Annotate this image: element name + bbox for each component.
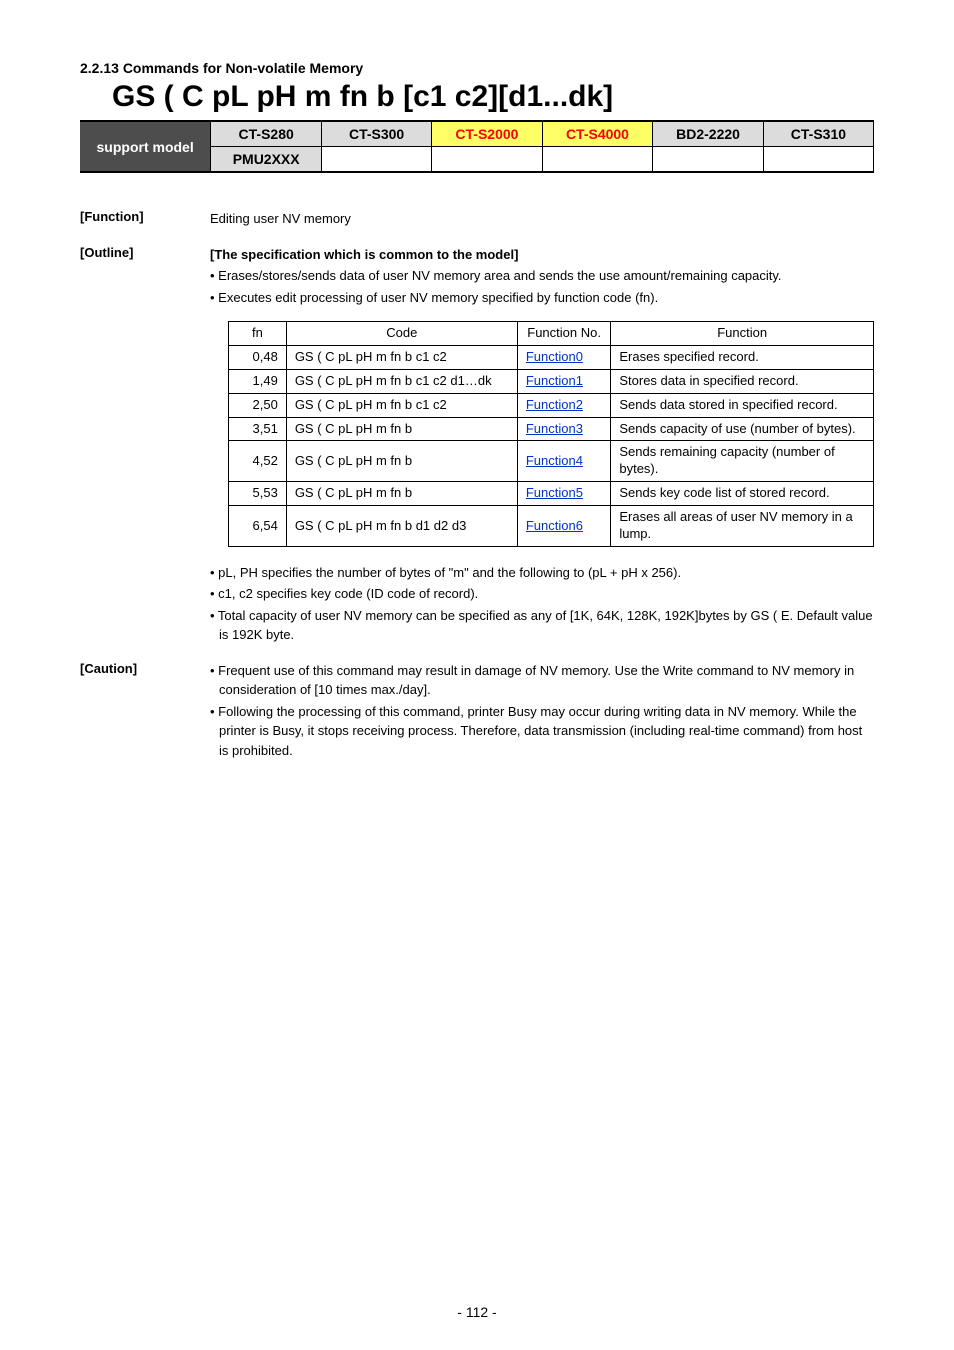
page-number: - 112 - bbox=[0, 1304, 954, 1320]
model-empty-2 bbox=[432, 147, 543, 173]
cell-func: Erases specified record. bbox=[611, 345, 874, 369]
table-row: 2,50 GS ( C pL pH m fn b c1 c2 Function2… bbox=[229, 393, 874, 417]
cell-fn: 3,51 bbox=[229, 417, 287, 441]
cell-func: Sends data stored in specified record. bbox=[611, 393, 874, 417]
table-row: 1,49 GS ( C pL pH m fn b c1 c2 d1…dk Fun… bbox=[229, 369, 874, 393]
command-title: GS ( C pL pH m fn b [c1 c2][d1...dk] bbox=[112, 80, 874, 114]
cell-fno: Function4 bbox=[517, 441, 611, 482]
cell-func: Sends remaining capacity (number of byte… bbox=[611, 441, 874, 482]
cell-code: GS ( C pL pH m fn b c1 c2 bbox=[286, 393, 517, 417]
cell-code: GS ( C pL pH m fn b c1 c2 bbox=[286, 345, 517, 369]
function2-link[interactable]: Function2 bbox=[526, 397, 583, 412]
th-func: Function bbox=[611, 322, 874, 346]
th-fno: Function No. bbox=[517, 322, 611, 346]
table-row: 6,54 GS ( C pL pH m fn b d1 d2 d3 Functi… bbox=[229, 506, 874, 547]
model-empty-3 bbox=[542, 147, 653, 173]
cell-fn: 4,52 bbox=[229, 441, 287, 482]
cell-code: GS ( C pL pH m fn b bbox=[286, 441, 517, 482]
cell-code: GS ( C pL pH m fn b d1 d2 d3 bbox=[286, 506, 517, 547]
outline-after-1: • c1, c2 specifies key code (ID code of … bbox=[210, 584, 874, 604]
table-row: 5,53 GS ( C pL pH m fn b Function5 Sends… bbox=[229, 482, 874, 506]
model-cts2000: CT-S2000 bbox=[432, 121, 543, 147]
function-label: [Function] bbox=[80, 209, 210, 231]
function3-link[interactable]: Function3 bbox=[526, 421, 583, 436]
table-row: 4,52 GS ( C pL pH m fn b Function4 Sends… bbox=[229, 441, 874, 482]
model-cts300: CT-S300 bbox=[322, 121, 432, 147]
th-fn: fn bbox=[229, 322, 287, 346]
cell-fno: Function5 bbox=[517, 482, 611, 506]
function-text: Editing user NV memory bbox=[210, 209, 874, 229]
model-pmu2xxx: PMU2XXX bbox=[211, 147, 322, 173]
th-code: Code bbox=[286, 322, 517, 346]
function5-link[interactable]: Function5 bbox=[526, 485, 583, 500]
table-row: 0,48 GS ( C pL pH m fn b c1 c2 Function0… bbox=[229, 345, 874, 369]
cell-fno: Function1 bbox=[517, 369, 611, 393]
cell-fn: 1,49 bbox=[229, 369, 287, 393]
function0-link[interactable]: Function0 bbox=[526, 349, 583, 364]
support-model-label: support model bbox=[80, 121, 211, 172]
model-empty-4 bbox=[653, 147, 764, 173]
outline-bullet-0: • Erases/stores/sends data of user NV me… bbox=[210, 266, 874, 286]
cell-func: Erases all areas of user NV memory in a … bbox=[611, 506, 874, 547]
function1-link[interactable]: Function1 bbox=[526, 373, 583, 388]
outline-after-0: • pL, PH specifies the number of bytes o… bbox=[210, 563, 874, 583]
model-empty-1 bbox=[322, 147, 432, 173]
caution-bullet-0: • Frequent use of this command may resul… bbox=[210, 661, 874, 700]
function4-link[interactable]: Function4 bbox=[526, 453, 583, 468]
function6-link[interactable]: Function6 bbox=[526, 518, 583, 533]
outline-bullet-1: • Executes edit processing of user NV me… bbox=[210, 288, 874, 308]
outline-heading: [The specification which is common to th… bbox=[210, 245, 874, 265]
cell-fn: 0,48 bbox=[229, 345, 287, 369]
cell-fno: Function0 bbox=[517, 345, 611, 369]
outline-after-2: • Total capacity of user NV memory can b… bbox=[210, 606, 874, 645]
function-table: fn Code Function No. Function 0,48 GS ( … bbox=[228, 321, 874, 547]
cell-fn: 5,53 bbox=[229, 482, 287, 506]
cell-func: Sends key code list of stored record. bbox=[611, 482, 874, 506]
table-row: 3,51 GS ( C pL pH m fn b Function3 Sends… bbox=[229, 417, 874, 441]
cell-fn: 6,54 bbox=[229, 506, 287, 547]
model-cts310: CT-S310 bbox=[763, 121, 873, 147]
cell-func: Stores data in specified record. bbox=[611, 369, 874, 393]
model-cts280: CT-S280 bbox=[211, 121, 322, 147]
caution-label: [Caution] bbox=[80, 661, 210, 763]
outline-label: [Outline] bbox=[80, 245, 210, 647]
cell-fno: Function6 bbox=[517, 506, 611, 547]
section-heading: 2.2.13 Commands for Non-volatile Memory bbox=[80, 60, 874, 76]
cell-code: GS ( C pL pH m fn b bbox=[286, 482, 517, 506]
support-model-table: support model CT-S280 CT-S300 CT-S2000 C… bbox=[80, 120, 874, 173]
caution-bullet-1: • Following the processing of this comma… bbox=[210, 702, 874, 761]
model-cts4000: CT-S4000 bbox=[542, 121, 653, 147]
cell-func: Sends capacity of use (number of bytes). bbox=[611, 417, 874, 441]
model-bd22220: BD2-2220 bbox=[653, 121, 764, 147]
model-empty-5 bbox=[763, 147, 873, 173]
cell-code: GS ( C pL pH m fn b bbox=[286, 417, 517, 441]
cell-fn: 2,50 bbox=[229, 393, 287, 417]
cell-fno: Function3 bbox=[517, 417, 611, 441]
cell-fno: Function2 bbox=[517, 393, 611, 417]
cell-code: GS ( C pL pH m fn b c1 c2 d1…dk bbox=[286, 369, 517, 393]
